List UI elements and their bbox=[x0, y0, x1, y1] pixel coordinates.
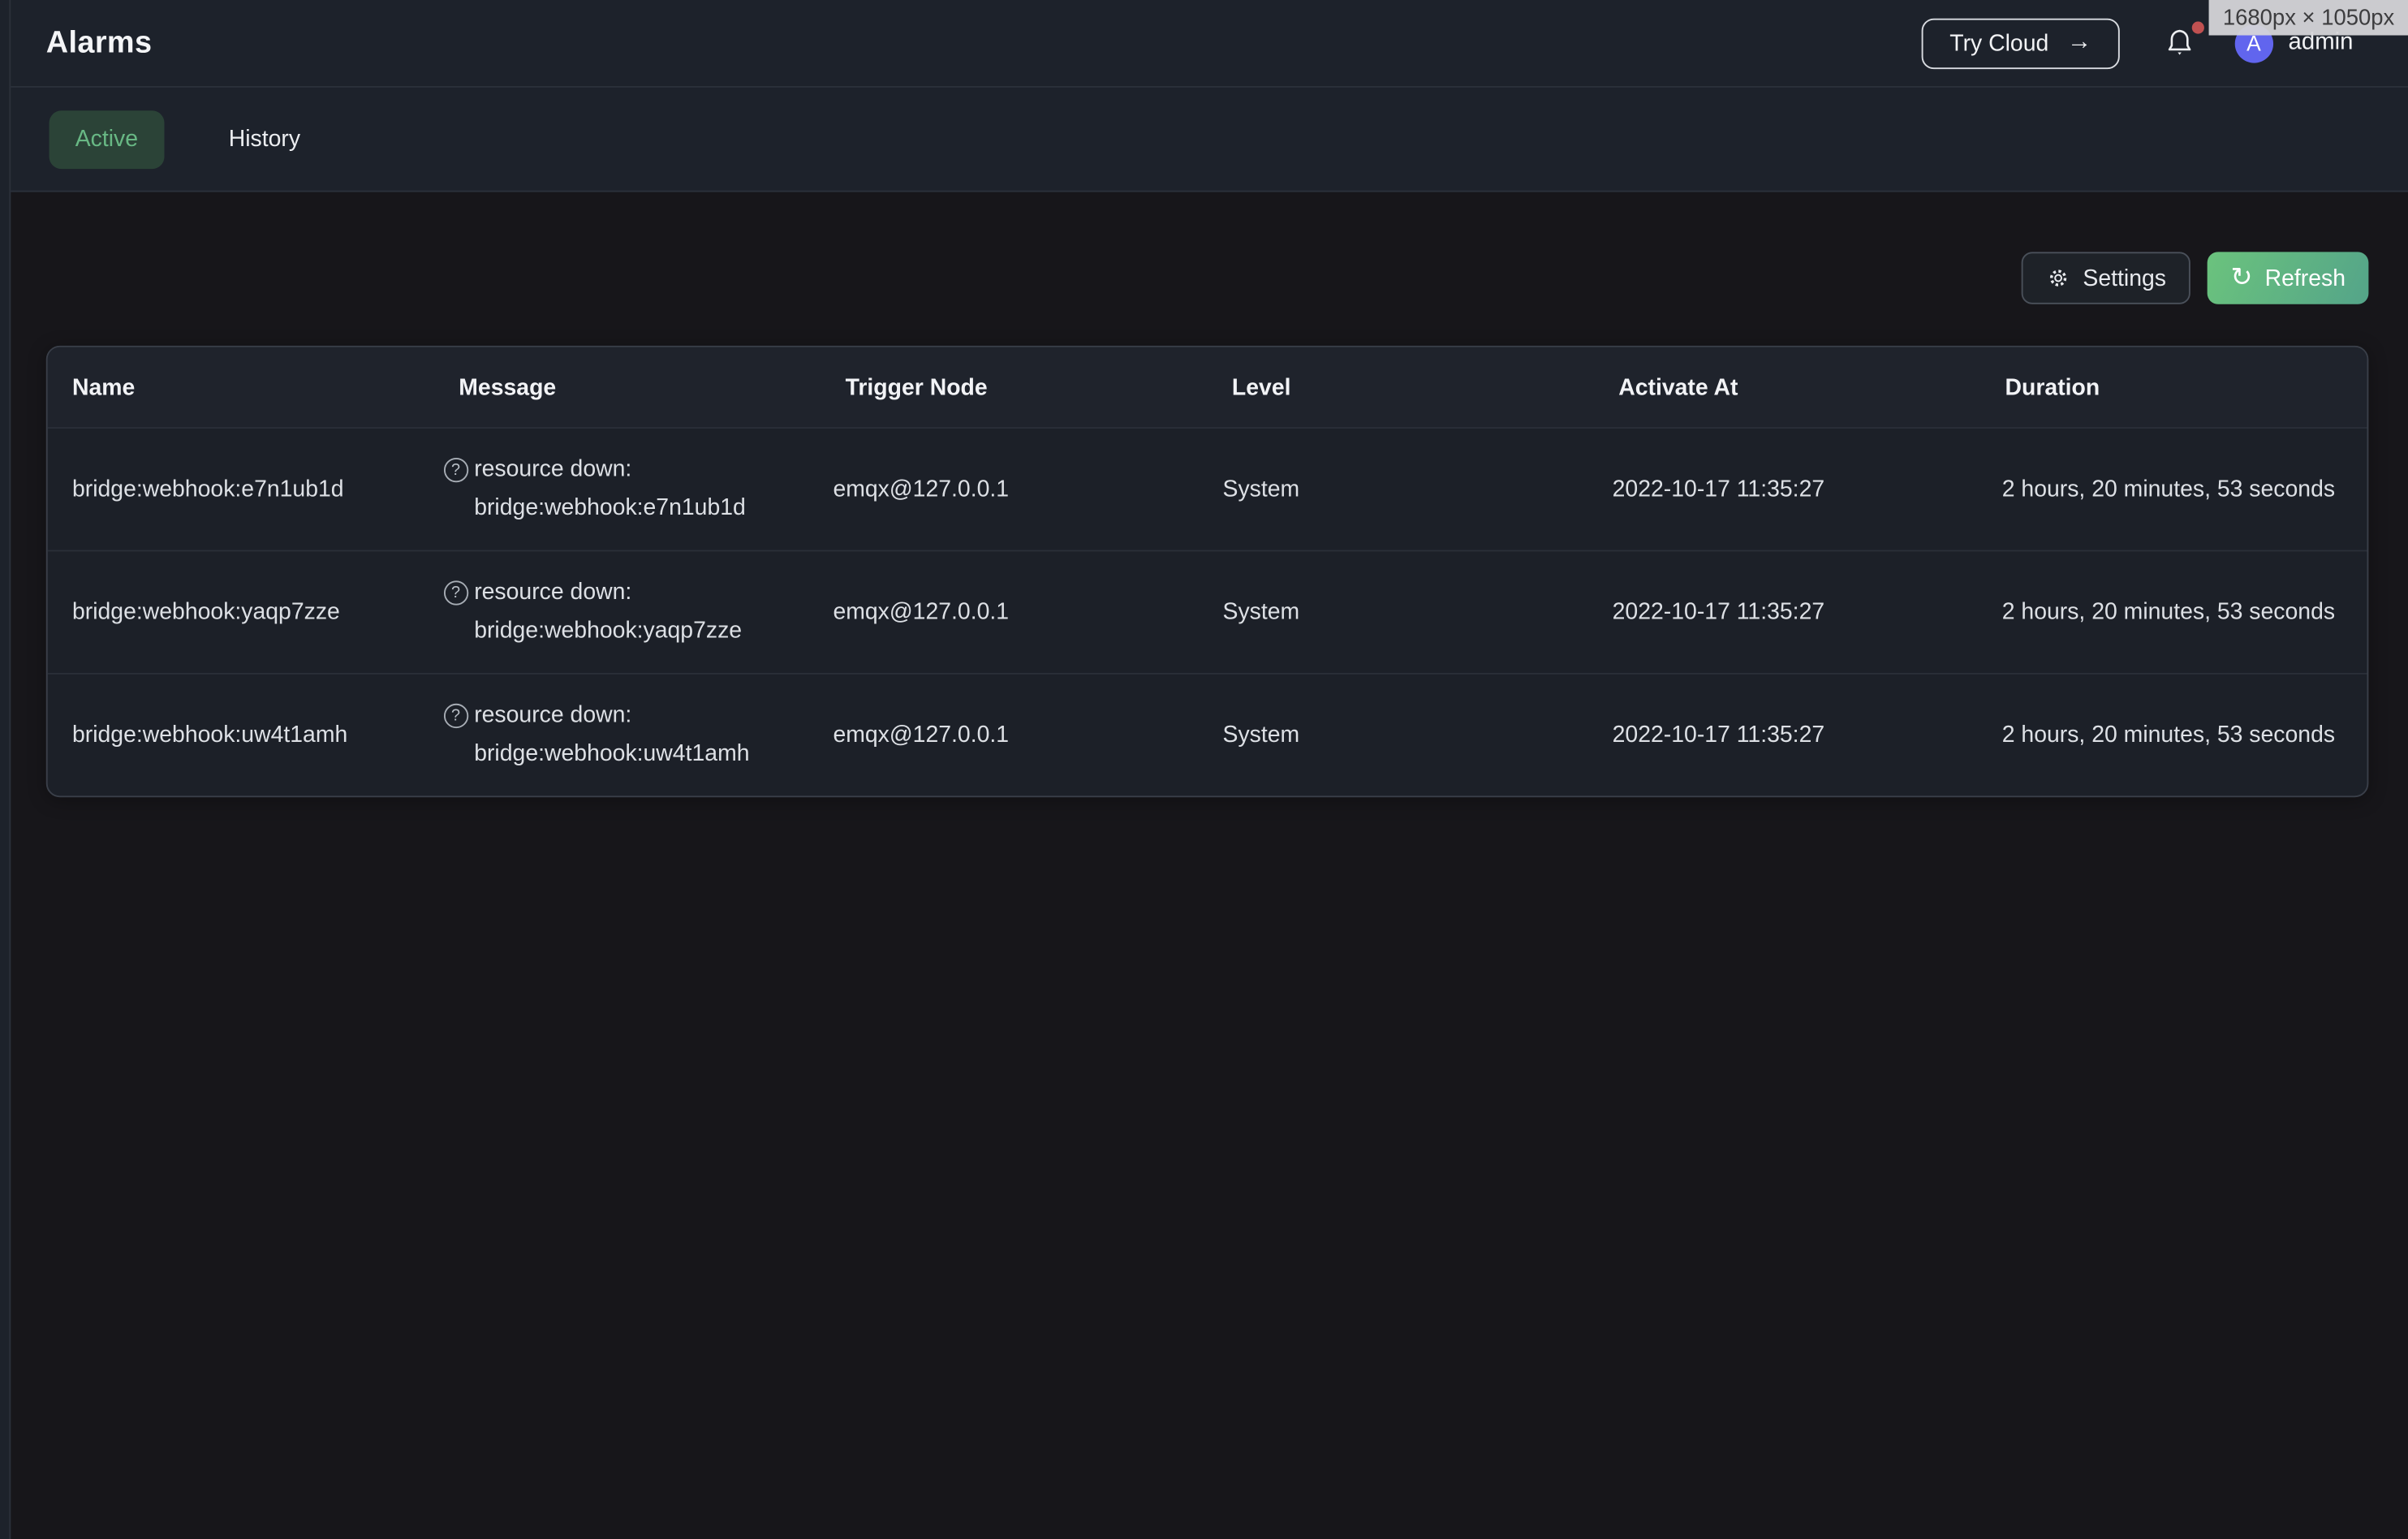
help-icon[interactable]: ? bbox=[443, 458, 467, 482]
alarm-name: bridge:webhook:uw4t1amh bbox=[48, 722, 437, 748]
column-header-level: Level bbox=[1208, 374, 1594, 400]
alarm-message-cell: ? resource down: bridge:webhook:yaqp7zze bbox=[437, 575, 808, 650]
toolbar: Settings ↻ Refresh bbox=[46, 252, 2369, 304]
column-header-duration: Duration bbox=[1980, 374, 2367, 400]
column-header-activate-at: Activate At bbox=[1594, 374, 1980, 400]
alarm-message: resource down: bbox=[474, 697, 749, 735]
column-header-trigger-node: Trigger Node bbox=[821, 374, 1207, 400]
page-title: Alarms bbox=[46, 25, 153, 61]
alarm-duration: 2 hours, 20 minutes, 53 seconds bbox=[1977, 599, 2367, 625]
main-content: Settings ↻ Refresh Name Message Trigger … bbox=[0, 252, 2408, 797]
alarm-level: System bbox=[1198, 476, 1587, 502]
app-header: Alarms Try Cloud → A admin bbox=[0, 0, 2408, 88]
alarm-trigger-node: emqx@127.0.0.1 bbox=[808, 476, 1198, 502]
alarm-trigger-node: emqx@127.0.0.1 bbox=[808, 722, 1198, 748]
alarm-message-cell: ? resource down: bridge:webhook:e7n1ub1d bbox=[437, 451, 808, 527]
viewport-size-badge: 1680px × 1050px bbox=[2209, 0, 2408, 36]
settings-button[interactable]: Settings bbox=[2022, 252, 2191, 304]
sidebar-edge bbox=[0, 0, 11, 1539]
refresh-icon: ↻ bbox=[2230, 265, 2252, 291]
refresh-button[interactable]: ↻ Refresh bbox=[2208, 252, 2368, 304]
column-header-message: Message bbox=[434, 374, 821, 400]
alarm-name: bridge:webhook:e7n1ub1d bbox=[48, 476, 437, 502]
try-cloud-button[interactable]: Try Cloud → bbox=[1922, 18, 2119, 68]
gear-icon bbox=[2046, 265, 2070, 290]
arrow-right-icon: → bbox=[2067, 31, 2091, 55]
alarm-level: System bbox=[1198, 599, 1587, 625]
table-row: bridge:webhook:e7n1ub1d ? resource down:… bbox=[48, 427, 2367, 550]
alarm-message-detail: bridge:webhook:yaqp7zze bbox=[474, 612, 742, 649]
alarm-message-detail: bridge:webhook:e7n1ub1d bbox=[474, 489, 746, 527]
alarms-table: Name Message Trigger Node Level Activate… bbox=[46, 346, 2369, 797]
alarm-activate-at: 2022-10-17 11:35:27 bbox=[1587, 599, 1977, 625]
alarm-level: System bbox=[1198, 722, 1587, 748]
alarm-message-cell: ? resource down: bridge:webhook:uw4t1amh bbox=[437, 697, 808, 773]
table-header-row: Name Message Trigger Node Level Activate… bbox=[48, 347, 2367, 427]
tab-history[interactable]: History bbox=[203, 110, 327, 168]
notification-dot bbox=[2191, 21, 2203, 33]
alarm-message-detail: bridge:webhook:uw4t1amh bbox=[474, 735, 749, 773]
alarm-message: resource down: bbox=[474, 451, 746, 489]
alarm-activate-at: 2022-10-17 11:35:27 bbox=[1587, 722, 1977, 748]
viewport-size-text: 1680px × 1050px bbox=[2223, 6, 2394, 30]
table-row: bridge:webhook:yaqp7zze ? resource down:… bbox=[48, 550, 2367, 673]
refresh-label: Refresh bbox=[2265, 265, 2346, 291]
alarms-page: Alarms Try Cloud → A admin 1680p bbox=[0, 0, 2408, 1539]
alarm-trigger-node: emqx@127.0.0.1 bbox=[808, 599, 1198, 625]
bell-icon bbox=[2162, 26, 2196, 60]
column-header-name: Name bbox=[48, 374, 434, 400]
alarm-message: resource down: bbox=[474, 575, 742, 612]
alarm-name: bridge:webhook:yaqp7zze bbox=[48, 599, 437, 625]
settings-label: Settings bbox=[2083, 265, 2166, 291]
table-row: bridge:webhook:uw4t1amh ? resource down:… bbox=[48, 673, 2367, 795]
try-cloud-label: Try Cloud bbox=[1949, 30, 2048, 56]
alarm-activate-at: 2022-10-17 11:35:27 bbox=[1587, 476, 1977, 502]
alarm-duration: 2 hours, 20 minutes, 53 seconds bbox=[1977, 722, 2367, 748]
notifications-button[interactable] bbox=[2162, 26, 2196, 60]
alarm-tabs: Active History bbox=[0, 88, 2408, 192]
tab-active[interactable]: Active bbox=[50, 110, 165, 168]
alarm-duration: 2 hours, 20 minutes, 53 seconds bbox=[1977, 476, 2367, 502]
help-icon[interactable]: ? bbox=[443, 704, 467, 728]
help-icon[interactable]: ? bbox=[443, 580, 467, 605]
